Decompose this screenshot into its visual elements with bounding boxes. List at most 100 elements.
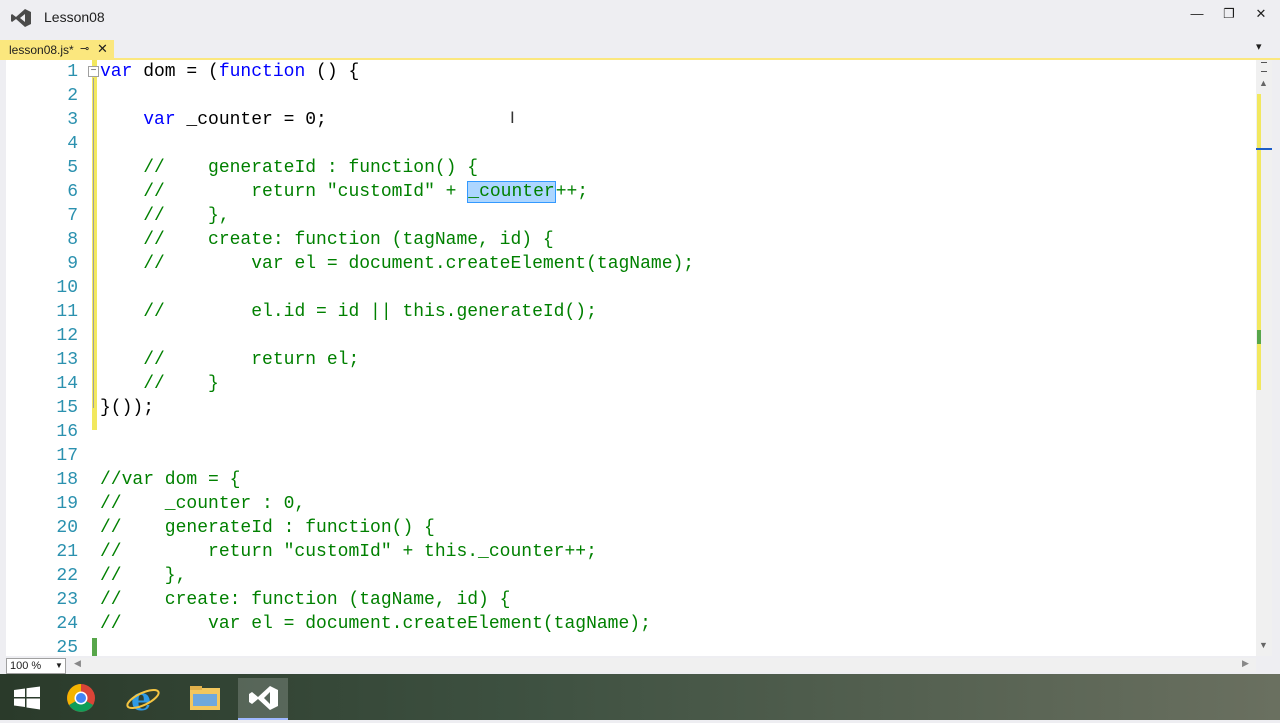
code-line[interactable]: 8 // create: function (tagName, id) { [6, 228, 1256, 252]
code-line[interactable]: 16 [6, 420, 1256, 444]
code-text[interactable]: // generateId : function() { [100, 516, 435, 540]
line-number: 11 [56, 302, 78, 322]
line-number: 10 [56, 278, 78, 298]
close-window-button[interactable]: ✕ [1246, 6, 1276, 24]
code-text[interactable]: // return "customId" + this._counter++; [100, 540, 597, 564]
line-number: 25 [56, 638, 78, 656]
line-number: 2 [67, 86, 78, 106]
code-line[interactable]: 3 var _counter = 0; [6, 108, 1256, 132]
line-number: 6 [67, 182, 78, 202]
window-title: Lesson08 [44, 9, 105, 25]
chevron-down-icon: ▼ [55, 661, 63, 670]
line-number: 23 [56, 590, 78, 610]
code-line[interactable]: 23 // create: function (tagName, id) { [6, 588, 1256, 612]
tab-label: lesson08.js* [9, 43, 74, 57]
code-line[interactable]: 7 // }, [6, 204, 1256, 228]
line-number: 21 [56, 542, 78, 562]
scrollbar-change-marker [1257, 94, 1261, 390]
code-text[interactable]: // return el; [100, 348, 359, 372]
collapse-region-icon[interactable]: − [88, 66, 99, 77]
visual-studio-icon[interactable] [238, 678, 288, 720]
line-number: 8 [67, 230, 78, 250]
code-text[interactable]: // }, [100, 204, 229, 228]
line-number: 13 [56, 350, 78, 370]
vertical-scrollbar[interactable]: ▲ ▼ [1256, 60, 1272, 656]
code-line[interactable]: 25 [6, 636, 1256, 656]
selected-text[interactable]: _counter [467, 181, 556, 203]
code-text[interactable]: var _counter = 0; [100, 108, 327, 132]
line-number: 18 [56, 470, 78, 490]
line-number: 12 [56, 326, 78, 346]
code-text[interactable]: // } [100, 372, 219, 396]
line-number: 3 [67, 110, 78, 130]
scrollbar-caret-marker [1256, 148, 1272, 150]
line-number: 5 [67, 158, 78, 178]
code-line[interactable]: 22 // }, [6, 564, 1256, 588]
pin-tab-icon[interactable]: ⊸ [80, 42, 89, 55]
scrollbar-saved-marker [1257, 330, 1261, 344]
line-number: 9 [67, 254, 78, 274]
code-text[interactable]: var dom = (function () { [100, 60, 359, 84]
line-number: 1 [67, 62, 78, 82]
code-text[interactable]: // _counter : 0, [100, 492, 305, 516]
code-line[interactable]: 17 [6, 444, 1256, 468]
code-line[interactable]: 2 [6, 84, 1256, 108]
line-number: 16 [56, 422, 78, 442]
line-number: 17 [56, 446, 78, 466]
code-line[interactable]: 11 // el.id = id || this.generateId(); [6, 300, 1256, 324]
scroll-left-icon[interactable]: ◀ [74, 658, 81, 669]
line-number: 24 [56, 614, 78, 634]
code-text[interactable]: // var el = document.createElement(tagNa… [100, 612, 651, 636]
code-line[interactable]: 10 [6, 276, 1256, 300]
title-bar: Lesson08 — ❐ ✕ [0, 0, 1280, 36]
close-tab-icon[interactable]: ✕ [97, 41, 108, 57]
line-number: 14 [56, 374, 78, 394]
code-line[interactable]: 5 // generateId : function() { [6, 156, 1256, 180]
code-line[interactable]: 15}()); [6, 396, 1256, 420]
code-line[interactable]: 14 // } [6, 372, 1256, 396]
code-text[interactable]: }()); [100, 396, 154, 420]
file-explorer-icon[interactable] [180, 678, 230, 718]
horizontal-scrollbar[interactable]: ◀ ▶ [70, 658, 1256, 672]
code-text[interactable]: // }, [100, 564, 186, 588]
line-number: 22 [56, 566, 78, 586]
code-text[interactable]: //var dom = { [100, 468, 240, 492]
windows-start-icon[interactable] [2, 678, 52, 718]
restore-button[interactable]: ❐ [1214, 6, 1244, 24]
code-line[interactable]: 21 // return "customId" + this._counter++… [6, 540, 1256, 564]
code-line[interactable]: 24 // var el = document.createElement(tag… [6, 612, 1256, 636]
line-number: 19 [56, 494, 78, 514]
scroll-down-icon[interactable]: ▼ [1259, 640, 1268, 650]
chrome-icon[interactable] [56, 678, 106, 718]
code-line[interactable]: 20 // generateId : function() { [6, 516, 1256, 540]
code-line[interactable]: 13 // return el; [6, 348, 1256, 372]
zoom-dropdown[interactable]: 100 % ▼ [6, 658, 66, 674]
code-text[interactable]: // create: function (tagName, id) { [100, 588, 510, 612]
internet-explorer-icon[interactable]: e [118, 678, 168, 718]
code-text[interactable]: // generateId : function() { [100, 156, 478, 180]
visual-studio-logo-icon [11, 9, 31, 27]
scroll-right-icon[interactable]: ▶ [1242, 658, 1249, 669]
code-line[interactable]: 1 var dom = (function () {− [6, 60, 1256, 84]
code-text[interactable]: // return "customId" + _counter++; [100, 180, 588, 204]
code-text[interactable]: // el.id = id || this.generateId(); [100, 300, 597, 324]
code-line[interactable]: 6 // return "customId" + _counter++; [6, 180, 1256, 204]
code-text[interactable]: // create: function (tagName, id) { [100, 228, 553, 252]
code-editor[interactable]: 1 var dom = (function () {−2 3 var _counte… [6, 60, 1256, 656]
code-line[interactable]: 12 [6, 324, 1256, 348]
line-number: 20 [56, 518, 78, 538]
svg-text:e: e [131, 680, 151, 718]
minimize-button[interactable]: — [1182, 6, 1212, 24]
code-line[interactable]: 4 [6, 132, 1256, 156]
tab-lesson08-js[interactable]: lesson08.js* ⊸ ✕ [0, 40, 114, 60]
code-line[interactable]: 9 // var el = document.createElement(tag… [6, 252, 1256, 276]
zoom-value: 100 % [10, 660, 42, 672]
line-number: 7 [67, 206, 78, 226]
scroll-up-icon[interactable]: ▲ [1259, 78, 1268, 88]
text-cursor-icon: I [510, 108, 515, 127]
tab-dropdown-icon[interactable]: ▾ [1256, 40, 1262, 53]
split-window-handle[interactable] [1261, 62, 1267, 72]
code-line[interactable]: 18 //var dom = { [6, 468, 1256, 492]
code-line[interactable]: 19 // _counter : 0, [6, 492, 1256, 516]
code-text[interactable]: // var el = document.createElement(tagNa… [100, 252, 694, 276]
